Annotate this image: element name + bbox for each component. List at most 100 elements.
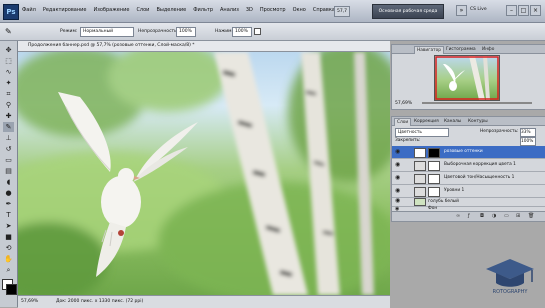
- layer-opacity-label: Непрозрачность:: [480, 129, 519, 134]
- 3d-rotate-icon[interactable]: ⟲: [3, 243, 14, 253]
- mode-select[interactable]: Нормальный: [80, 27, 134, 37]
- layer-mask-thumbnail[interactable]: [428, 187, 440, 197]
- layer-row[interactable]: ◉ Цветовой тон/Насыщенность 1: [392, 172, 545, 185]
- maximize-icon[interactable]: □: [518, 5, 529, 16]
- layer-name: Цветовой тон/Насыщенность 1: [444, 175, 515, 180]
- background-color-swatch[interactable]: [6, 284, 17, 295]
- marquee-icon[interactable]: ⬚: [3, 56, 14, 66]
- blend-mode-select[interactable]: Цветность: [395, 128, 449, 137]
- eye-icon[interactable]: ◉: [395, 162, 400, 168]
- zoom-icon[interactable]: ⌕: [3, 265, 14, 275]
- layer-name: голубь белый: [428, 199, 459, 204]
- heal-icon[interactable]: ✚: [3, 111, 14, 121]
- new-layer-icon[interactable]: ⊞: [516, 213, 520, 219]
- navigator-zoom-slider[interactable]: [422, 102, 532, 104]
- options-bar: ✎ Режим: Нормальный Непрозрачность: 100%…: [0, 23, 545, 41]
- toolbox: ✥ ⬚ ∿ ✦ ⌗ ⚲ ✚ ✎ ⊥ ↺ ▭ ▤ ◖ ● ✒ T ➤ ■ ⟲ ✋ …: [0, 41, 18, 307]
- path-select-icon[interactable]: ➤: [3, 221, 14, 231]
- eye-icon[interactable]: ◉: [395, 149, 400, 155]
- app-menubar: Ps Файл Редактирование Изображение Слои …: [0, 0, 545, 23]
- layer-mask-thumbnail[interactable]: [428, 174, 440, 184]
- tab-info[interactable]: Инфо: [480, 46, 496, 53]
- layer-name: розовые оттенки: [444, 149, 483, 154]
- airbrush-checkbox[interactable]: [254, 28, 261, 35]
- opacity-label: Непрозрачность:: [138, 29, 179, 34]
- pen-icon[interactable]: ✒: [3, 199, 14, 209]
- brush-icon[interactable]: ✎: [5, 27, 12, 36]
- navigator-tabs: Навигатор Гистограмма Инфо: [392, 45, 545, 54]
- shape-icon[interactable]: ■: [3, 232, 14, 242]
- layer-mask-thumbnail[interactable]: [428, 148, 440, 158]
- adjustment-layer-icon[interactable]: ◑: [492, 213, 496, 219]
- tab-adjustments[interactable]: Коррекция: [412, 118, 441, 125]
- eye-icon[interactable]: ◉: [395, 198, 400, 204]
- magic-wand-icon[interactable]: ✦: [3, 78, 14, 88]
- menu-image[interactable]: Изображение: [93, 7, 129, 13]
- layers-footer: ∞ ƒ ◘ ◑ ▭ ⊞ 🗑: [392, 211, 545, 221]
- tab-paths[interactable]: Контуры: [466, 118, 490, 125]
- watermark-logo: ROTOGRAPHY: [482, 255, 538, 295]
- layers-tabs: Слои Коррекция Каналы Контуры: [392, 117, 545, 126]
- layer-opacity-field[interactable]: 33%: [520, 128, 536, 137]
- layer-name: Выборочная коррекция цвета 1: [444, 162, 516, 167]
- mask-icon[interactable]: ◘: [480, 213, 484, 219]
- minimize-icon[interactable]: –: [506, 5, 517, 16]
- document-tab[interactable]: Продолжения баннер.psd @ 57,7% (розовые …: [18, 41, 390, 52]
- history-brush-icon[interactable]: ↺: [3, 144, 14, 154]
- tab-channels[interactable]: Каналы: [442, 118, 463, 125]
- hand-icon[interactable]: ✋: [3, 254, 14, 264]
- tab-navigator[interactable]: Навигатор: [414, 46, 444, 54]
- eraser-icon[interactable]: ▭: [3, 155, 14, 165]
- document-canvas[interactable]: [18, 52, 390, 295]
- brush-tool-icon[interactable]: ✎: [3, 122, 14, 132]
- navigator-zoom-value[interactable]: 57,69%: [395, 101, 412, 106]
- eyedropper-icon[interactable]: ⚲: [3, 100, 14, 110]
- crop-icon[interactable]: ⌗: [3, 89, 14, 99]
- menu-view[interactable]: Просмотр: [260, 7, 286, 13]
- layer-mask-thumbnail[interactable]: [428, 161, 440, 171]
- layer-row[interactable]: ◉ Выборочная коррекция цвета 1: [392, 159, 545, 172]
- stamp-icon[interactable]: ⊥: [3, 133, 14, 143]
- lasso-icon[interactable]: ∿: [3, 67, 14, 77]
- layer-fill-field[interactable]: 100%: [520, 137, 536, 146]
- menu-select[interactable]: Выделение: [156, 7, 186, 13]
- menu-help[interactable]: Справка: [313, 7, 335, 13]
- menu-layers[interactable]: Слои: [136, 7, 149, 13]
- status-zoom[interactable]: 57,69%: [21, 299, 38, 304]
- trash-icon[interactable]: 🗑: [528, 213, 534, 219]
- document-title: Продолжения баннер.psd @ 57,7% (розовые …: [28, 43, 195, 48]
- lock-label: Закрепить:: [395, 138, 421, 143]
- menu-filter[interactable]: Фильтр: [193, 7, 213, 13]
- navigator-preview[interactable]: [434, 55, 500, 101]
- menu-window[interactable]: Окно: [293, 7, 306, 13]
- zoom-level-select[interactable]: 57,7: [334, 6, 351, 17]
- menu-analysis[interactable]: Анализ: [220, 7, 239, 13]
- opacity-field[interactable]: 100%: [176, 27, 196, 37]
- eye-icon[interactable]: ◉: [395, 188, 400, 194]
- link-icon[interactable]: ∞: [456, 213, 460, 219]
- navigator-thumbnail: [435, 56, 499, 100]
- mode-label: Режим:: [60, 29, 78, 34]
- type-icon[interactable]: T: [3, 210, 14, 220]
- cslive-icon[interactable]: »: [456, 5, 467, 16]
- pressure-field[interactable]: 100%: [232, 27, 252, 37]
- layers-panel: Слои Коррекция Каналы Контуры Цветность …: [391, 116, 545, 222]
- menu-edit[interactable]: Редактирование: [43, 7, 87, 13]
- tab-layers[interactable]: Слои: [394, 118, 412, 126]
- menu-file[interactable]: Файл: [22, 7, 36, 13]
- workspace-button[interactable]: Основная рабочая среда: [372, 4, 444, 19]
- cslive-label[interactable]: CS Live: [470, 7, 487, 12]
- gradient-icon[interactable]: ▤: [3, 166, 14, 176]
- layer-row[interactable]: ◉ розовые оттенки: [392, 146, 545, 159]
- tab-histogram[interactable]: Гистограмма: [444, 46, 478, 53]
- canvas-image: [18, 52, 390, 295]
- close-icon[interactable]: ×: [530, 5, 541, 16]
- graduation-cap-icon: ROTOGRAPHY: [486, 259, 534, 295]
- move-icon[interactable]: ✥: [3, 45, 14, 55]
- menu-3d[interactable]: 3D: [246, 7, 253, 13]
- dodge-icon[interactable]: ●: [3, 188, 14, 198]
- eye-icon[interactable]: ◉: [395, 175, 400, 181]
- blur-icon[interactable]: ◖: [3, 177, 14, 187]
- group-icon[interactable]: ▭: [504, 213, 509, 219]
- fx-icon[interactable]: ƒ: [468, 213, 470, 219]
